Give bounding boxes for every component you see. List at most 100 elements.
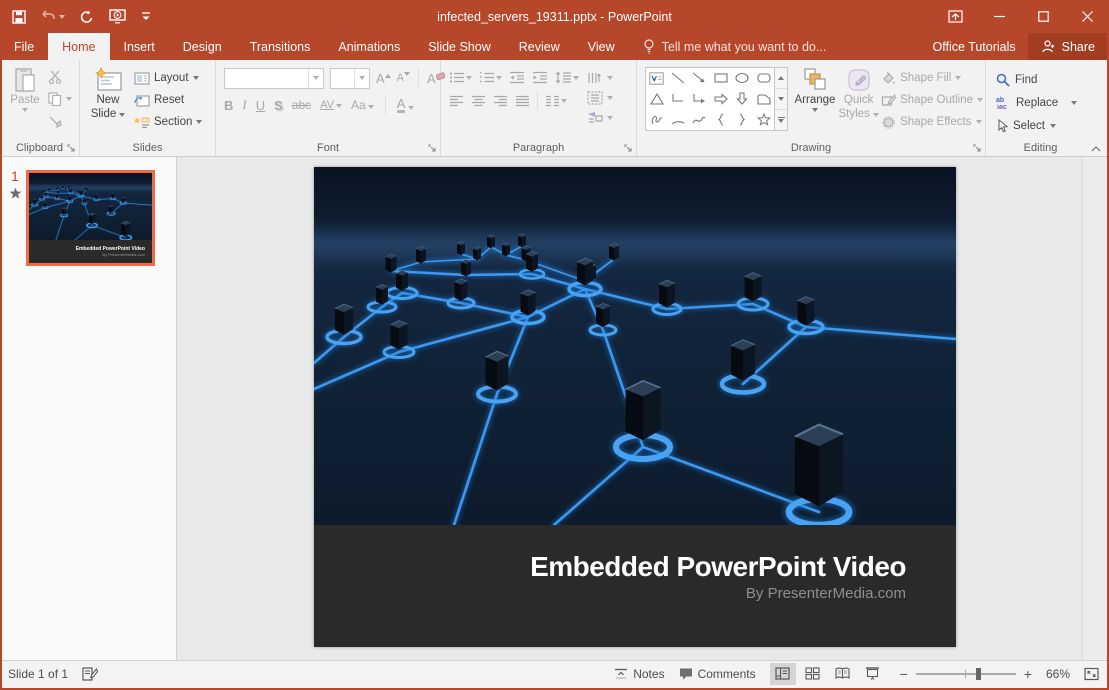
tab-animations[interactable]: Animations xyxy=(324,33,414,60)
shape-right-brace[interactable] xyxy=(732,109,753,130)
shape-star[interactable] xyxy=(753,109,774,130)
replace-button[interactable]: abacReplace xyxy=(996,92,1077,113)
character-spacing-button[interactable]: AV xyxy=(320,99,342,111)
find-button[interactable]: Find xyxy=(996,69,1077,90)
shape-right-arrow[interactable] xyxy=(710,89,731,110)
save-button[interactable] xyxy=(12,10,26,24)
layout-button[interactable]: Layout xyxy=(134,68,202,88)
underline-button[interactable]: U xyxy=(256,98,265,113)
shape-rectangle[interactable] xyxy=(710,68,731,89)
start-from-beginning-button[interactable] xyxy=(109,9,126,24)
fit-slide-to-window-button[interactable] xyxy=(1084,667,1099,681)
font-name-caret[interactable] xyxy=(308,69,323,88)
shape-elbow-arrow-connector[interactable] xyxy=(689,89,710,110)
shape-left-brace[interactable] xyxy=(710,109,731,130)
justify-button[interactable] xyxy=(513,93,532,109)
gallery-scroll-up-button[interactable] xyxy=(775,68,787,89)
shrink-font-button[interactable]: A xyxy=(397,72,410,84)
notes-toggle-button[interactable]: Notes xyxy=(614,667,664,681)
align-text-button[interactable] xyxy=(587,89,613,107)
font-name-combobox[interactable] xyxy=(224,68,324,89)
collapse-ribbon-button[interactable] xyxy=(1091,146,1101,152)
slide-editing-canvas[interactable]: Embedded PowerPoint Video By PresenterMe… xyxy=(177,157,1082,660)
select-button[interactable]: Select xyxy=(996,115,1077,136)
shape-down-arrow[interactable] xyxy=(732,89,753,110)
close-button[interactable] xyxy=(1065,0,1109,33)
comments-toggle-button[interactable]: Comments xyxy=(679,667,756,681)
align-right-button[interactable] xyxy=(491,93,510,109)
zoom-slider-track[interactable] xyxy=(916,673,1016,675)
minimize-button[interactable] xyxy=(977,0,1021,33)
copy-button[interactable] xyxy=(48,89,72,109)
spell-check-button[interactable] xyxy=(82,666,98,681)
shape-effects-button[interactable]: Shape Effects xyxy=(881,112,983,132)
grow-font-button[interactable]: A xyxy=(376,71,391,86)
reading-view-button[interactable] xyxy=(830,663,856,685)
tab-home[interactable]: Home xyxy=(48,33,109,60)
align-left-button[interactable] xyxy=(447,93,466,109)
shape-curve[interactable] xyxy=(689,109,710,130)
font-size-caret[interactable] xyxy=(354,69,369,88)
strikethrough-button[interactable]: abc xyxy=(292,98,311,112)
arrange-button[interactable]: Arrange xyxy=(792,63,838,112)
line-spacing-button[interactable] xyxy=(553,69,581,86)
bold-button[interactable]: B xyxy=(224,98,233,113)
shape-snip-corner[interactable] xyxy=(753,89,774,110)
zoom-out-button[interactable]: − xyxy=(900,666,908,682)
office-tutorials-button[interactable]: Office Tutorials xyxy=(921,33,1028,60)
shape-line[interactable] xyxy=(667,68,688,89)
convert-smartart-button[interactable] xyxy=(587,109,613,127)
tab-design[interactable]: Design xyxy=(169,33,236,60)
undo-button[interactable] xyxy=(41,10,65,23)
shape-text-box[interactable] xyxy=(646,68,667,89)
slide-title-band[interactable]: Embedded PowerPoint Video By PresenterMe… xyxy=(314,525,956,647)
slide-show-view-button[interactable] xyxy=(860,663,886,685)
shape-arc[interactable] xyxy=(667,109,688,130)
share-button[interactable]: Share xyxy=(1028,33,1109,60)
slide-1[interactable]: Embedded PowerPoint Video By PresenterMe… xyxy=(314,167,956,647)
numbering-button[interactable] xyxy=(477,69,504,86)
reset-button[interactable]: Reset xyxy=(134,90,202,110)
slide-title-text[interactable]: Embedded PowerPoint Video xyxy=(530,551,906,583)
zoom-level[interactable]: 66% xyxy=(1046,667,1070,681)
shape-elbow-connector[interactable] xyxy=(667,89,688,110)
change-case-button[interactable]: Aa xyxy=(351,98,374,112)
text-direction-button[interactable] xyxy=(587,69,613,87)
shape-scribble[interactable] xyxy=(646,109,667,130)
format-painter-button[interactable] xyxy=(48,111,72,131)
tab-view[interactable]: View xyxy=(574,33,629,60)
italic-button[interactable]: I xyxy=(242,97,246,113)
shape-rounded-rectangle[interactable] xyxy=(753,68,774,89)
slide-network-image[interactable] xyxy=(314,167,956,525)
tab-slide-show[interactable]: Slide Show xyxy=(414,33,505,60)
shape-oval[interactable] xyxy=(732,68,753,89)
tab-insert[interactable]: Insert xyxy=(110,33,169,60)
text-shadow-button[interactable]: S xyxy=(274,98,283,113)
slide-1-thumbnail[interactable]: Embedded PowerPoint Video By PresenterMe… xyxy=(26,170,155,266)
zoom-slider-thumb[interactable] xyxy=(976,668,981,680)
tab-transitions[interactable]: Transitions xyxy=(236,33,325,60)
shape-fill-button[interactable]: Shape Fill xyxy=(881,68,983,88)
tell-me-box[interactable]: Tell me what you want to do... xyxy=(643,33,827,60)
slide-subtitle-text[interactable]: By PresenterMedia.com xyxy=(746,583,906,605)
quick-styles-button[interactable]: Quick Styles xyxy=(838,63,879,121)
shape-triangle[interactable] xyxy=(646,89,667,110)
gallery-more-button[interactable] xyxy=(775,110,787,130)
ribbon-display-options-button[interactable] xyxy=(933,0,977,33)
vertical-scrollbar[interactable] xyxy=(1082,157,1109,660)
align-center-button[interactable] xyxy=(469,93,488,109)
increase-indent-button[interactable] xyxy=(530,69,550,86)
normal-view-button[interactable] xyxy=(770,663,796,685)
new-slide-button[interactable]: New Slide xyxy=(82,63,134,121)
font-size-combobox[interactable] xyxy=(330,68,370,89)
gallery-scroll-down-button[interactable] xyxy=(775,89,787,110)
paste-button[interactable]: Paste xyxy=(2,63,48,112)
columns-button[interactable] xyxy=(543,93,569,109)
customize-qat-button[interactable] xyxy=(141,11,151,22)
shape-outline-button[interactable]: Shape Outline xyxy=(881,90,983,110)
repeat-button[interactable] xyxy=(80,10,94,24)
shape-arrow[interactable] xyxy=(689,68,710,89)
zoom-in-button[interactable]: + xyxy=(1024,666,1032,682)
decrease-indent-button[interactable] xyxy=(507,69,527,86)
tab-file[interactable]: File xyxy=(0,33,48,60)
